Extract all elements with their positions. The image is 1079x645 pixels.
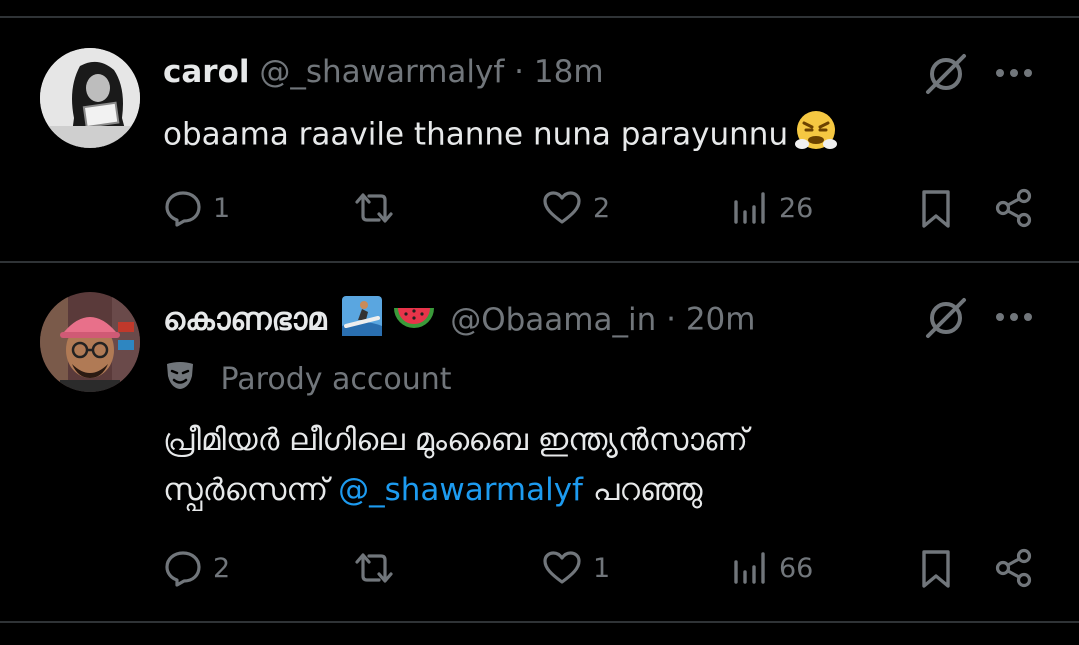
divider-top [0, 16, 1079, 18]
tweet-text-content: obaama raavile thanne nuna parayunnu [163, 116, 789, 153]
tweet-text-line2-suffix: പറഞ്ഞു [592, 472, 703, 508]
bookmark-button[interactable] [918, 188, 954, 230]
reply-icon [165, 191, 201, 227]
theater-mask-icon [163, 358, 197, 403]
tweet-text-line2: സ്പർസെന്ന് @_shawarmalyf പറഞ്ഞു [163, 468, 748, 512]
like-button[interactable]: 2 [541, 188, 610, 228]
surfer-emoji [342, 296, 383, 346]
divider-middle [0, 261, 1079, 263]
views-icon [734, 552, 765, 584]
reply-icon [165, 551, 201, 587]
more-options-icon[interactable] [994, 60, 1034, 90]
avatar[interactable] [40, 48, 140, 148]
grok-icon[interactable] [924, 52, 968, 100]
share-button[interactable] [994, 548, 1034, 588]
face-with-steam-emoji [794, 108, 838, 164]
heart-icon [543, 551, 581, 584]
views-button[interactable]: 66 [731, 548, 813, 588]
tweet-text: obaama raavile thanne nuna parayunnu [163, 108, 838, 164]
share-icon [995, 548, 1032, 588]
views-icon [734, 192, 765, 224]
share-icon [995, 188, 1032, 228]
separator-dot: · [666, 301, 676, 338]
reply-button[interactable]: 2 [163, 548, 230, 588]
tweet-header: കൊണഭാമ @Obaama_in · 20m [163, 296, 755, 346]
views-count: 66 [779, 552, 814, 584]
separator-dot: · [514, 54, 525, 90]
repost-icon [355, 553, 393, 583]
repost-icon [355, 193, 393, 223]
grok-icon[interactable] [924, 296, 968, 344]
heart-icon [543, 191, 581, 224]
divider-bottom [0, 621, 1079, 623]
like-count: 2 [593, 192, 611, 224]
bookmark-button[interactable] [918, 548, 954, 590]
tweet-text: പ്രീമിയർ ലീഗിലെ മുംബൈ ഇന്ത്യൻസാണ് സ്പർസെ… [163, 418, 748, 512]
views-count: 26 [779, 192, 814, 224]
repost-button[interactable] [351, 548, 407, 588]
like-count: 1 [593, 552, 611, 584]
reply-count: 1 [213, 192, 231, 224]
avatar-image [40, 48, 140, 148]
like-button[interactable]: 1 [541, 548, 610, 588]
tweet-text-line1: പ്രീമിയർ ലീഗിലെ മുംബൈ ഇന്ത്യൻസാണ് [163, 422, 748, 458]
bookmark-icon [922, 190, 950, 228]
bookmark-icon [922, 550, 950, 588]
tweet-header: carol @_shawarmalyf · 18m [163, 52, 604, 92]
parody-label-text: Parody account [220, 362, 452, 397]
views-button[interactable]: 26 [731, 188, 813, 228]
parody-label: Parody account [163, 358, 452, 403]
mention-link[interactable]: @_shawarmalyf [338, 472, 583, 508]
watermelon-emoji [394, 296, 435, 346]
reply-count: 2 [213, 552, 231, 584]
display-name[interactable]: കൊണഭാമ [163, 302, 327, 338]
more-options-icon[interactable] [994, 304, 1034, 334]
repost-button[interactable] [351, 188, 407, 228]
timestamp[interactable]: 18m [534, 54, 604, 90]
user-handle[interactable]: @_shawarmalyf [259, 54, 504, 90]
display-name[interactable]: carol [163, 54, 250, 90]
avatar[interactable] [40, 292, 140, 392]
user-handle[interactable]: @Obaama_in [450, 302, 656, 338]
timestamp[interactable]: 20m [686, 302, 756, 338]
avatar-image [40, 292, 140, 392]
reply-button[interactable]: 1 [163, 188, 230, 228]
share-button[interactable] [994, 188, 1034, 228]
tweet-text-line2-prefix: സ്പർസെന്ന് [163, 472, 329, 508]
